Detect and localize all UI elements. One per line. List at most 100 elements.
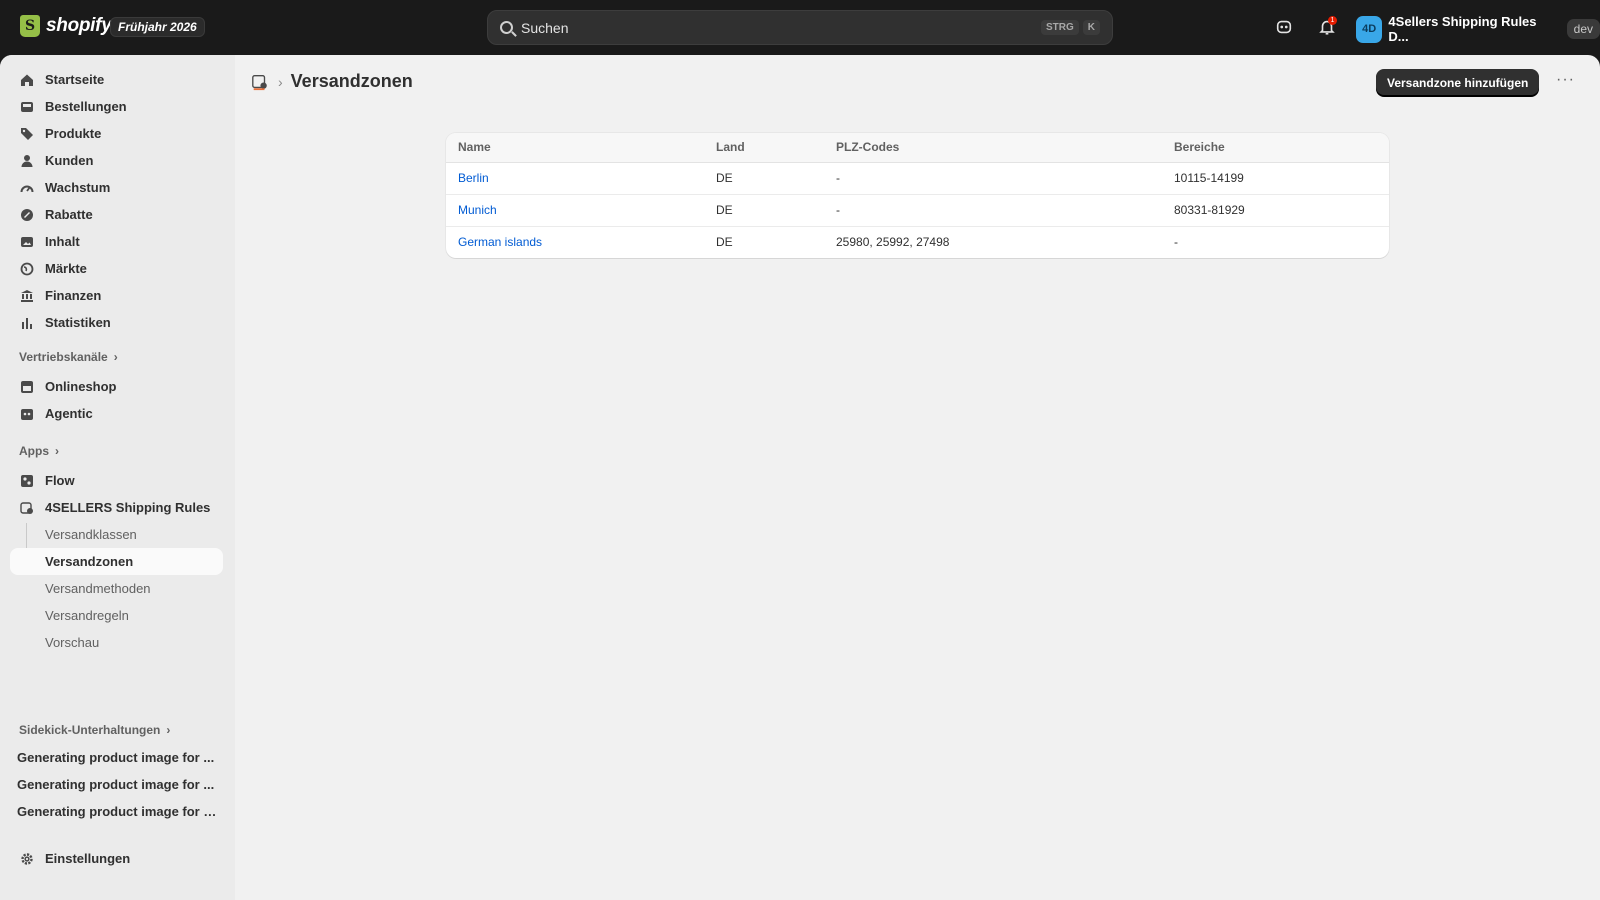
- table-header-row: Name Land PLZ-Codes Bereiche: [446, 133, 1389, 163]
- shopify-logo[interactable]: shopify: [20, 15, 112, 37]
- sidebar-item-label: Produkte: [45, 126, 102, 141]
- column-header-ranges: Bereiche: [1162, 133, 1389, 163]
- sidebar-subitem-versandzonen[interactable]: Versandzonen: [10, 548, 223, 575]
- chevron-right-icon: ›: [113, 350, 118, 364]
- sidebar-item-maerkte[interactable]: Märkte: [10, 255, 223, 282]
- sidebar-item-label: Finanzen: [45, 288, 102, 303]
- cell-name: Berlin: [446, 162, 704, 195]
- column-header-country: Land: [704, 133, 824, 163]
- shortcut-key-k: K: [1082, 20, 1100, 35]
- cell-country: DE: [704, 194, 824, 227]
- logo-text: shopify: [46, 15, 112, 36]
- zone-link[interactable]: Berlin: [458, 171, 489, 185]
- section-label: Apps: [19, 444, 49, 458]
- shopify-bag-icon: [20, 15, 40, 37]
- store-name: 4Sellers Shipping Rules D...: [1388, 14, 1537, 44]
- sidebar-item-agentic[interactable]: Agentic: [10, 400, 223, 427]
- zones-table-card: Name Land PLZ-Codes Bereiche Berlin DE -…: [446, 133, 1389, 258]
- store-switcher[interactable]: 4D 4Sellers Shipping Rules D... dev: [1356, 14, 1600, 44]
- inbox-icon: [20, 100, 34, 114]
- search-bar[interactable]: STRG K: [487, 10, 1113, 45]
- app-breadcrumb-icon[interactable]: [250, 72, 270, 92]
- sidebar-item-label: Bestellungen: [45, 99, 127, 114]
- sidebar-item-label: Versandzonen: [45, 554, 134, 569]
- gear-icon: [20, 852, 34, 866]
- zones-table: Name Land PLZ-Codes Bereiche Berlin DE -…: [446, 133, 1389, 258]
- cell-zip-codes: -: [824, 194, 1162, 227]
- notifications-button[interactable]: 1: [1315, 15, 1339, 39]
- image-icon: [20, 235, 34, 249]
- sidebar-subitem-versandklassen[interactable]: Versandklassen: [10, 521, 223, 548]
- table-row[interactable]: Munich DE - 80331-81929: [446, 194, 1389, 227]
- sidebar-item-finanzen[interactable]: Finanzen: [10, 282, 223, 309]
- more-actions-button[interactable]: ···: [1556, 71, 1575, 89]
- sidebar-item-4sellers-shipping-rules[interactable]: 4SELLERS Shipping Rules: [10, 494, 223, 521]
- cell-zip-codes: 25980, 25992, 27498: [836, 235, 950, 250]
- sidebar-subitem-versandmethoden[interactable]: Versandmethoden: [10, 575, 223, 602]
- apps-heading[interactable]: Apps ›: [19, 444, 59, 458]
- sidebar-item-inhalt[interactable]: Inhalt: [10, 228, 223, 255]
- sidekick-heading[interactable]: Sidekick-Unterhaltungen ›: [19, 723, 170, 737]
- table-row[interactable]: Berlin DE - 10115-14199: [446, 162, 1389, 195]
- search-input[interactable]: [521, 19, 1037, 36]
- sidebar-item-label: Flow: [45, 473, 75, 488]
- globe-icon: [20, 262, 34, 276]
- sidebar-item-label: Versandregeln: [45, 608, 129, 623]
- sidebar-item-einstellungen[interactable]: Einstellungen: [10, 845, 223, 872]
- sidebar-item-label: Inhalt: [45, 234, 80, 249]
- sidebar-subitem-vorschau[interactable]: Vorschau: [10, 629, 223, 656]
- sidebar-item-label: Versandmethoden: [45, 581, 151, 596]
- cell-name: German islands: [446, 226, 704, 258]
- sidebar-item-label: Märkte: [45, 261, 87, 276]
- add-shipping-zone-button[interactable]: Versandzone hinzufügen: [1376, 69, 1540, 96]
- bank-icon: [20, 289, 34, 303]
- search-icon: [500, 21, 513, 34]
- sidebar-item-produkte[interactable]: Produkte: [10, 120, 223, 147]
- sidebar-item-label: Agentic: [45, 406, 93, 421]
- sidebar-item-kunden[interactable]: Kunden: [10, 147, 223, 174]
- sidebar-item-label: Statistiken: [45, 315, 111, 330]
- sales-channels-heading[interactable]: Vertriebskanäle ›: [19, 350, 118, 364]
- sidebar-item-label: Onlineshop: [45, 379, 117, 394]
- edition-badge[interactable]: Frühjahr 2026: [110, 17, 205, 37]
- home-icon: [20, 73, 34, 87]
- sidebar-item-startseite[interactable]: Startseite: [10, 66, 223, 93]
- bar-chart-icon: [20, 316, 34, 330]
- cell-zip-codes: -: [824, 162, 1162, 195]
- table-row[interactable]: German islands DE 25980, 25992, 27498 -: [446, 226, 1389, 258]
- sidebar-item-onlineshop[interactable]: Onlineshop: [10, 373, 223, 400]
- page-title: Versandzonen: [290, 71, 413, 91]
- robot-icon: [20, 407, 34, 421]
- store-icon: [20, 380, 34, 394]
- zone-link[interactable]: German islands: [458, 235, 542, 249]
- sidebar-item-label: Kunden: [45, 153, 94, 168]
- main-frame: Startseite Bestellungen Produkte Kunden …: [0, 55, 1600, 900]
- sidekick-conversation-item[interactable]: Generating product image for t...: [17, 804, 217, 819]
- sidekick-conversation-item[interactable]: Generating product image for ...: [17, 750, 217, 765]
- sidekick-button[interactable]: [1272, 15, 1296, 39]
- sidebar-item-statistiken[interactable]: Statistiken: [10, 309, 223, 336]
- sidebar-item-bestellungen[interactable]: Bestellungen: [10, 93, 223, 120]
- section-label: Sidekick-Unterhaltungen: [19, 723, 161, 737]
- discount-icon: [20, 208, 34, 222]
- sidebar-subitem-versandregeln[interactable]: Versandregeln: [10, 602, 223, 629]
- sidebar-item-rabatte[interactable]: Rabatte: [10, 201, 223, 228]
- app-icon: [20, 501, 34, 515]
- sidekick-conversation-item[interactable]: Generating product image for ...: [17, 777, 217, 792]
- zone-link[interactable]: Munich: [458, 203, 497, 217]
- sidebar-item-flow[interactable]: Flow: [10, 467, 223, 494]
- page-header: › Versandzonen: [250, 71, 413, 92]
- shortcut-key-ctrl: STRG: [1040, 20, 1079, 35]
- sidebar-item-label: Versandklassen: [45, 527, 137, 542]
- tag-icon: [20, 127, 34, 141]
- sidebar-item-label: 4SELLERS Shipping Rules: [45, 500, 211, 515]
- sidebar-item-label: Wachstum: [45, 180, 111, 195]
- column-header-zip-codes: PLZ-Codes: [824, 133, 1162, 163]
- sidebar-item-label: Rabatte: [45, 207, 93, 222]
- column-header-name: Name: [446, 133, 704, 163]
- flow-icon: [20, 474, 34, 488]
- sidebar-item-wachstum[interactable]: Wachstum: [10, 174, 223, 201]
- store-avatar: 4D: [1356, 15, 1383, 43]
- sidebar: Startseite Bestellungen Produkte Kunden …: [0, 55, 235, 900]
- top-bar: shopify Frühjahr 2026 STRG K 1 4D 4Selle…: [0, 0, 1600, 55]
